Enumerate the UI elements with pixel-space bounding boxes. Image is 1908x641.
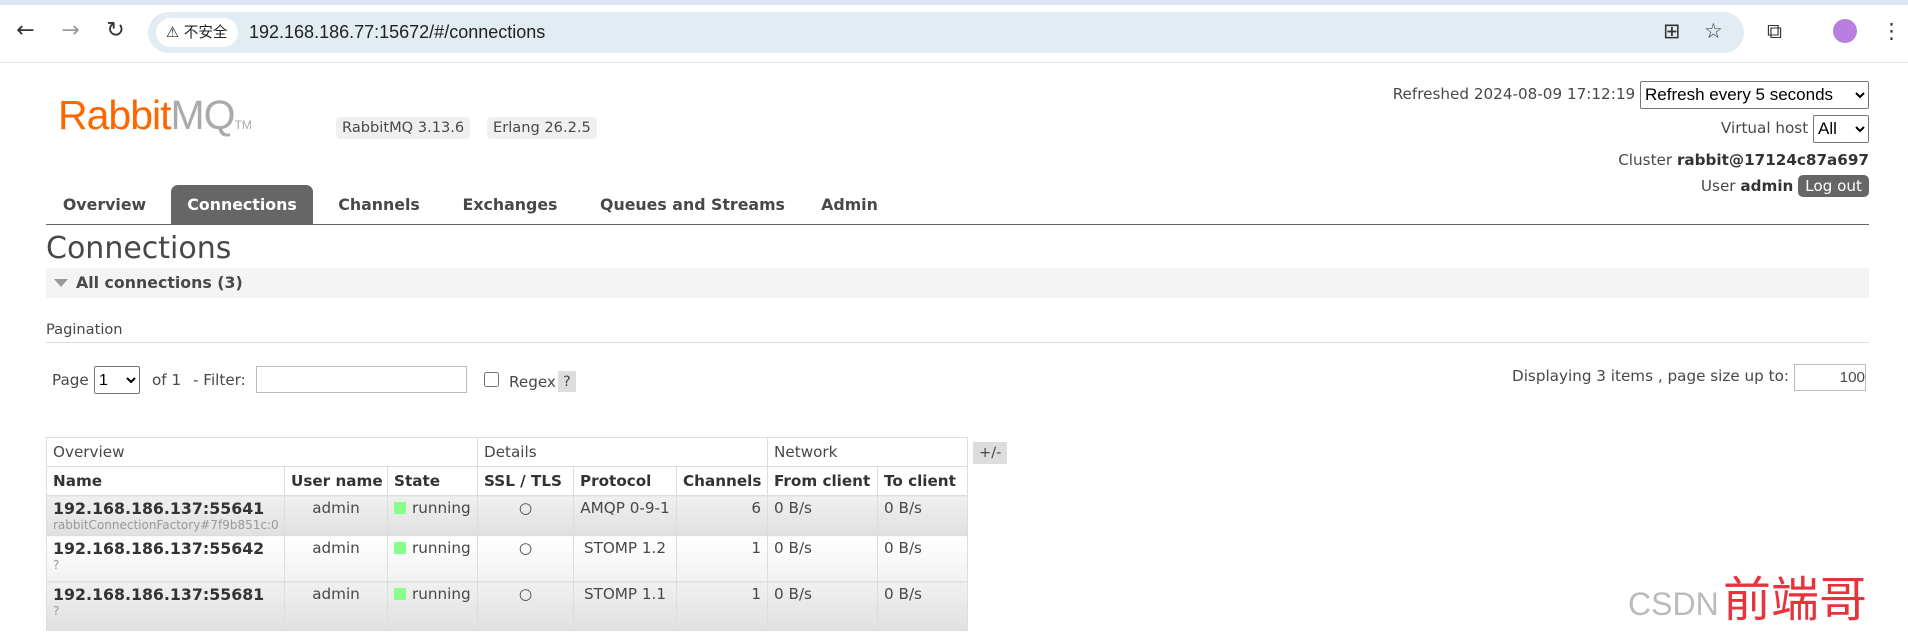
to-client-cell: 0 B/s [877,535,969,582]
tab-exchanges[interactable]: Exchanges [448,185,572,224]
protocol-cell: STOMP 1.1 [573,581,677,631]
displaying-text: Displaying 3 items , page size up to: [1512,367,1789,385]
user-cell: admin [284,495,388,536]
security-chip[interactable]: ⚠ 不安全 [156,18,238,47]
bookmark-star-icon[interactable]: ☆ [1704,18,1723,44]
tab-channels[interactable]: Channels [323,185,435,224]
tab-connections[interactable]: Connections [171,185,313,224]
page-count: of 1 [152,371,182,389]
col-to-client[interactable]: To client [877,466,969,496]
page-label: Page [52,371,89,389]
table-row[interactable]: 192.168.186.137:55641 rabbitConnectionFac… [46,495,969,536]
running-status-icon [394,588,406,600]
regex-label: Regex [509,373,556,391]
menu-icon[interactable]: ⋮ [1881,18,1902,44]
to-client-cell: 0 B/s [877,495,969,536]
vhost-row: Virtual host All [1721,114,1869,143]
from-client-cell: 0 B/s [767,495,879,536]
ssl-cell: ○ [477,495,574,536]
col-ssl-tls[interactable]: SSL / TLS [477,466,574,496]
running-status-icon [394,502,406,514]
table-row[interactable]: 192.168.186.137:55681? admin running ○ S… [46,581,969,631]
protocol-cell: STOMP 1.2 [573,535,677,582]
channels-cell: 1 [675,535,769,582]
page-title: Connections [46,231,232,266]
connection-name-link[interactable]: 192.168.186.137:55642 [53,537,278,560]
group-details: Details [476,437,769,467]
main-tabs: Overview Connections Channels Exchanges … [46,185,1869,225]
running-status-icon [394,542,406,554]
to-client-cell: 0 B/s [877,581,969,631]
col-state[interactable]: State [387,466,478,496]
protocol-cell: AMQP 0-9-1 [573,495,677,536]
user-cell: admin [284,535,388,582]
author-watermark: 前端哥 [1723,572,1868,628]
connection-name-link[interactable]: 192.168.186.137:55681 [53,583,278,606]
ssl-cell: ○ [477,581,574,631]
collapse-triangle-icon[interactable] [54,279,68,287]
reload-icon[interactable]: ↻ [101,18,130,44]
state-cell: running [387,495,478,536]
channels-cell: 1 [675,581,769,631]
warning-icon: ⚠ [166,24,184,41]
channels-cell: 6 [675,495,769,536]
virtual-host-select[interactable]: All [1813,114,1869,143]
forward-icon[interactable]: → [56,18,85,44]
refresh-interval-select[interactable]: Refresh every 5 seconds [1640,80,1869,109]
ssl-cell: ○ [477,535,574,582]
rabbitmq-version: RabbitMQ 3.13.6 [336,117,471,139]
connection-name-link[interactable]: 192.168.186.137:55641 [53,497,278,520]
group-overview: Overview [46,437,478,467]
filter-label: - Filter: [193,371,246,389]
from-client-cell: 0 B/s [767,581,879,631]
tab-overview[interactable]: Overview [46,185,163,224]
col-from-client[interactable]: From client [767,466,879,496]
translate-icon[interactable]: ⊞ [1663,18,1681,44]
all-connections-toggle[interactable]: All connections (3) [46,268,1869,298]
client-name: ? [53,558,60,572]
back-icon[interactable]: ← [11,18,40,44]
group-network: Network [767,437,969,467]
regex-checkbox[interactable] [484,372,499,387]
col-name[interactable]: Name [46,466,285,496]
refresh-row: Refreshed 2024-08-09 17:12:19 Refresh ev… [1393,80,1869,109]
pagination-label: Pagination [46,321,123,338]
extensions-icon[interactable]: ⧉ [1767,18,1782,44]
client-name: rabbitConnectionFactory#7f9b851c:0 [53,518,279,532]
browser-tabstrip [0,0,1908,5]
rabbitmq-logo[interactable]: RabbitMQTM [58,92,252,148]
client-name: ? [53,604,60,618]
divider [46,342,1869,343]
state-cell: running [387,535,478,582]
user-cell: admin [284,581,388,631]
cluster-row: Cluster rabbit@17124c87a697 [1618,151,1869,169]
state-cell: running [387,581,478,631]
filter-input[interactable] [256,366,467,393]
csdn-watermark: CSDN [1628,586,1719,622]
tab-queues-and-streams[interactable]: Queues and Streams [589,185,796,224]
from-client-cell: 0 B/s [767,535,879,582]
connections-table: Overview Details Network Name User name … [46,437,969,631]
tab-admin[interactable]: Admin [808,185,891,224]
toggle-columns-button[interactable]: +/- [973,442,1008,464]
col-channels[interactable]: Channels [675,466,769,496]
table-row[interactable]: 192.168.186.137:55642? admin running ○ S… [46,535,969,582]
url-text[interactable]: 192.168.186.77:15672/#/connections [249,21,545,43]
col-user-name[interactable]: User name [284,466,388,496]
page-select[interactable]: 1 [94,366,140,394]
erlang-version: Erlang 26.2.5 [487,117,597,139]
profile-avatar[interactable] [1833,19,1857,43]
regex-help-button[interactable]: ? [558,371,576,392]
col-protocol[interactable]: Protocol [573,466,677,496]
page-size-input[interactable] [1794,364,1866,391]
